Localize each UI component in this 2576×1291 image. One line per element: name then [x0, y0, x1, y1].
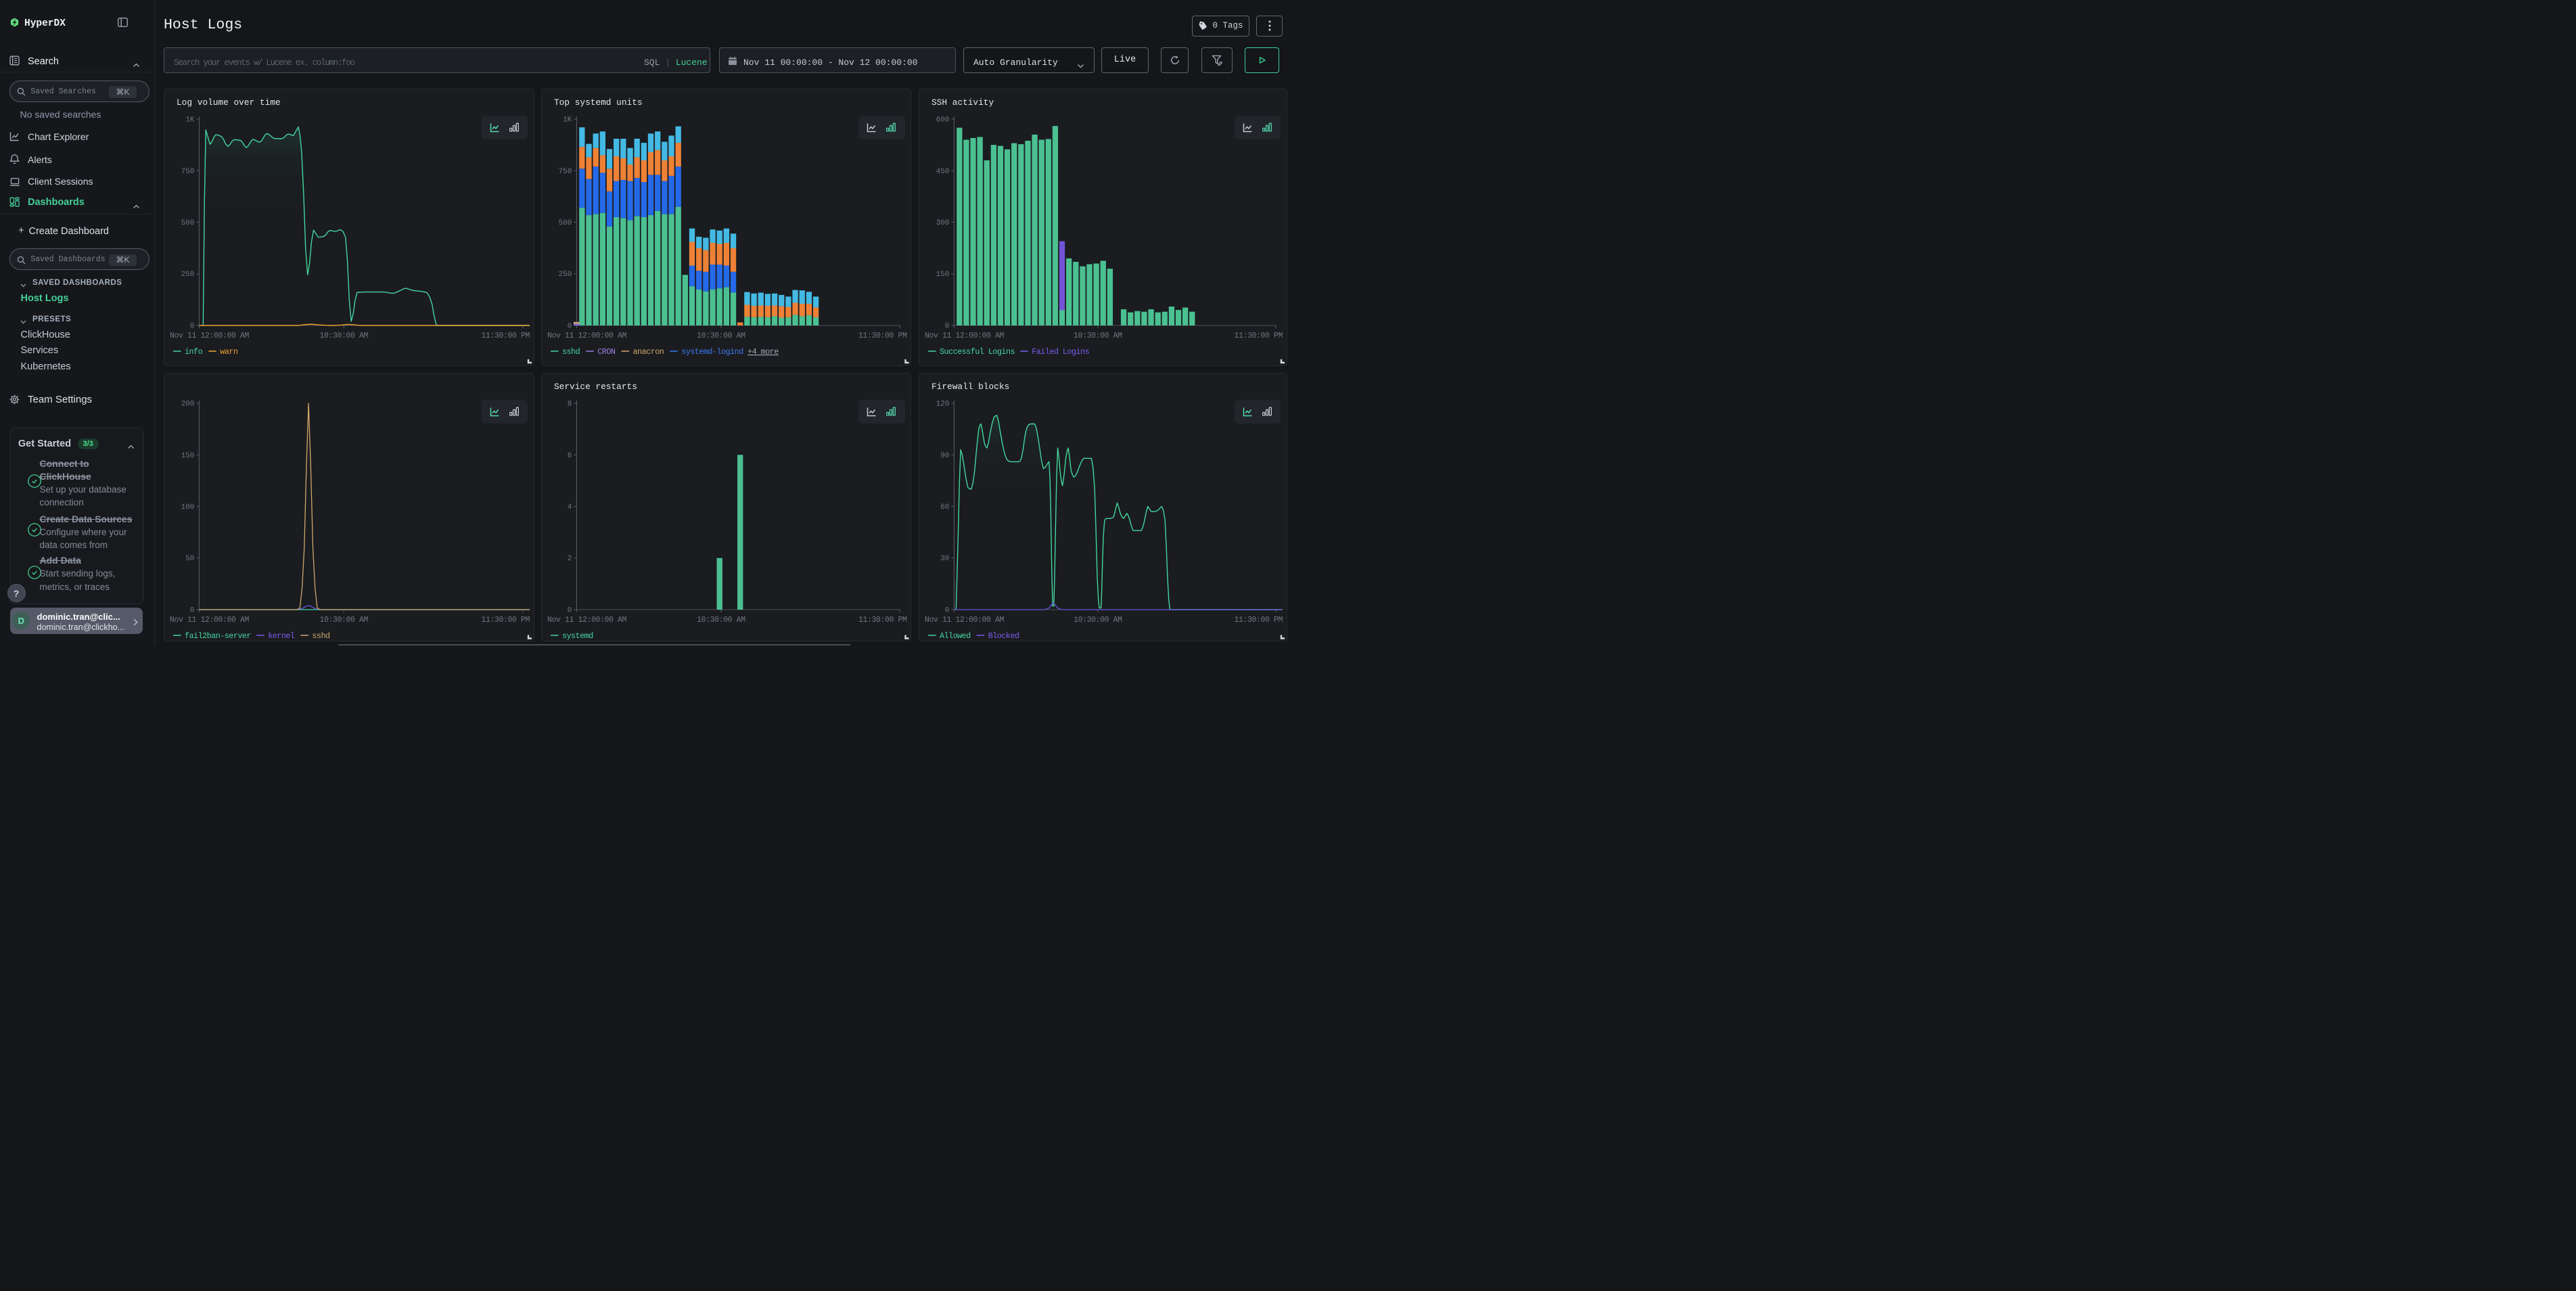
svg-text:Nov 11 12:00:00 AM: Nov 11 12:00:00 AM	[925, 332, 1005, 340]
svg-text:150: 150	[181, 451, 194, 459]
svg-text:fail2ban-server: fail2ban-server	[185, 631, 251, 641]
svg-text:750: 750	[558, 167, 572, 175]
svg-text:0: 0	[944, 322, 949, 330]
svg-text:10:30:00 AM: 10:30:00 AM	[697, 332, 745, 340]
svg-text:11:30:00 PM: 11:30:00 PM	[1234, 332, 1283, 340]
svg-text:10:30:00 AM: 10:30:00 AM	[1074, 332, 1122, 340]
svg-text:10:30:00 AM: 10:30:00 AM	[319, 332, 368, 340]
svg-text:Blocked: Blocked	[988, 631, 1019, 641]
svg-text:90: 90	[940, 451, 949, 459]
svg-text:120: 120	[936, 400, 949, 408]
svg-text:10:30:00 AM: 10:30:00 AM	[1074, 616, 1122, 625]
svg-text:Nov 11 12:00:00 AM: Nov 11 12:00:00 AM	[170, 616, 250, 625]
svg-text:11:30:00 PM: 11:30:00 PM	[481, 332, 530, 340]
svg-text:Nov 11 12:00:00 AM: Nov 11 12:00:00 AM	[170, 332, 250, 340]
svg-text:30: 30	[940, 555, 949, 563]
svg-text:11:30:00 PM: 11:30:00 PM	[858, 332, 906, 340]
svg-text:Successful Logins: Successful Logins	[940, 347, 1015, 357]
svg-text:Nov 11 12:00:00 AM: Nov 11 12:00:00 AM	[547, 332, 627, 340]
svg-text:+4 more: +4 more	[748, 347, 779, 357]
svg-text:8: 8	[567, 400, 572, 408]
svg-text:sshd: sshd	[312, 631, 330, 641]
svg-text:Nov 11 12:00:00 AM: Nov 11 12:00:00 AM	[925, 616, 1005, 625]
svg-text:0: 0	[567, 606, 572, 614]
svg-text:systemd-logind: systemd-logind	[681, 347, 743, 357]
svg-text:300: 300	[936, 219, 949, 227]
svg-text:500: 500	[181, 219, 194, 227]
svg-text:0: 0	[944, 606, 949, 614]
svg-text:150: 150	[936, 271, 949, 279]
svg-text:0: 0	[189, 606, 194, 614]
svg-text:anacron: anacron	[632, 347, 664, 357]
svg-text:6: 6	[567, 451, 572, 459]
svg-text:0: 0	[189, 322, 194, 330]
svg-text:Nov 11 12:00:00 AM: Nov 11 12:00:00 AM	[547, 616, 627, 625]
svg-text:0: 0	[567, 322, 572, 330]
svg-text:100: 100	[181, 503, 194, 512]
svg-text:200: 200	[181, 400, 194, 408]
svg-text:60: 60	[940, 503, 949, 512]
svg-text:Failed Logins: Failed Logins	[1032, 347, 1089, 357]
svg-text:250: 250	[558, 271, 572, 279]
svg-text:1K: 1K	[563, 116, 572, 124]
svg-text:450: 450	[936, 167, 949, 175]
svg-text:4: 4	[567, 503, 572, 512]
svg-text:2: 2	[567, 555, 572, 563]
svg-text:600: 600	[936, 116, 949, 124]
svg-text:750: 750	[181, 167, 194, 175]
svg-text:kernel: kernel	[268, 631, 295, 641]
svg-text:10:30:00 AM: 10:30:00 AM	[697, 616, 745, 625]
svg-text:1K: 1K	[185, 116, 195, 124]
svg-text:Allowed: Allowed	[940, 631, 971, 641]
svg-text:info: info	[185, 347, 203, 357]
svg-text:CRON: CRON	[597, 347, 616, 357]
svg-text:warn: warn	[220, 347, 238, 357]
svg-text:11:30:00 PM: 11:30:00 PM	[1234, 616, 1283, 625]
svg-text:50: 50	[185, 555, 194, 563]
svg-text:systemd: systemd	[562, 631, 593, 641]
svg-text:11:30:00 PM: 11:30:00 PM	[481, 616, 530, 625]
svg-text:10:30:00 AM: 10:30:00 AM	[319, 616, 368, 625]
svg-text:sshd: sshd	[562, 347, 580, 357]
svg-text:11:30:00 PM: 11:30:00 PM	[858, 616, 906, 625]
svg-text:500: 500	[558, 219, 572, 227]
svg-text:250: 250	[181, 271, 194, 279]
